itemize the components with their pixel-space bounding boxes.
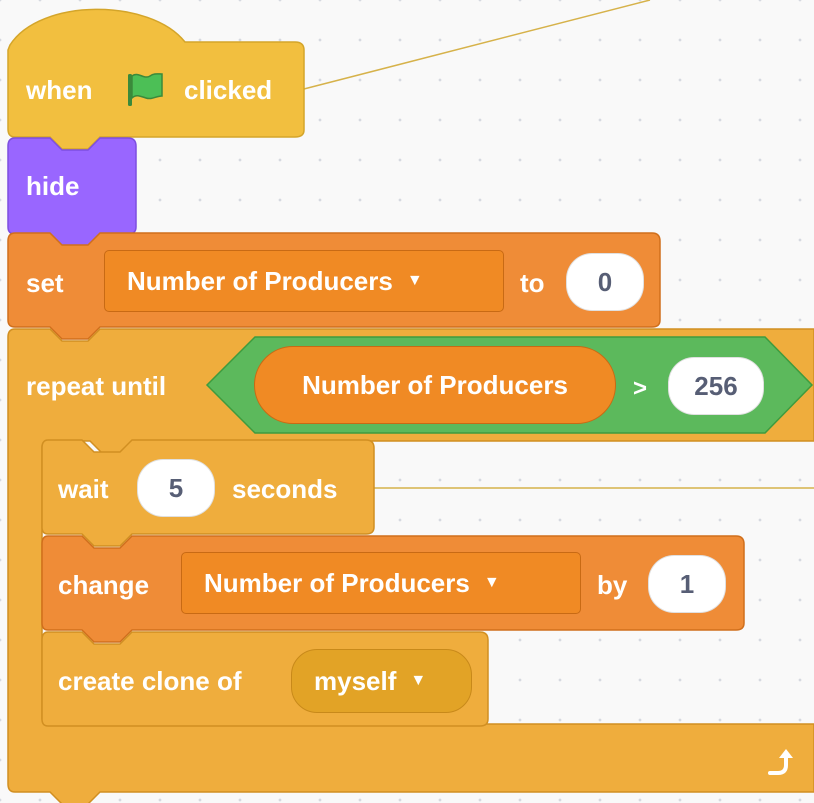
- change-variable-dropdown[interactable]: Number of Producers ▼: [181, 552, 581, 614]
- set-variable-dropdown[interactable]: Number of Producers ▼: [104, 250, 504, 312]
- set-label: set: [26, 268, 64, 298]
- change-label: change: [58, 570, 150, 600]
- wait-label: wait: [58, 474, 109, 504]
- wait-value-input[interactable]: 5: [137, 459, 215, 517]
- create-clone-label: create clone of: [58, 666, 242, 696]
- repeat-until-label: repeat until: [26, 371, 167, 401]
- green-flag-icon: [122, 66, 166, 110]
- change-variable-name: Number of Producers: [204, 567, 470, 598]
- dropdown-arrow-icon: ▼: [410, 672, 427, 689]
- condition-value-input[interactable]: 256: [668, 357, 764, 415]
- hat-clicked-text: clicked: [184, 75, 273, 105]
- clone-target-name: myself: [314, 665, 397, 696]
- clone-target-dropdown[interactable]: myself ▼: [291, 649, 472, 713]
- repeat-arrow-icon: [760, 743, 800, 783]
- set-variable-name: Number of Producers: [127, 265, 393, 296]
- wait-unit-text: seconds: [232, 474, 338, 504]
- operator-symbol: >: [633, 375, 648, 402]
- hide-label: hide: [26, 171, 80, 201]
- set-value-input[interactable]: 0: [566, 253, 644, 311]
- condition-variable-reporter[interactable]: Number of Producers: [254, 346, 616, 424]
- dropdown-arrow-icon: ▼: [483, 574, 500, 591]
- change-by-text: by: [597, 570, 628, 600]
- change-value-input[interactable]: 1: [648, 555, 726, 613]
- set-to-text: to: [520, 268, 545, 298]
- hat-when-text: when: [26, 75, 93, 105]
- dropdown-arrow-icon: ▼: [406, 272, 423, 289]
